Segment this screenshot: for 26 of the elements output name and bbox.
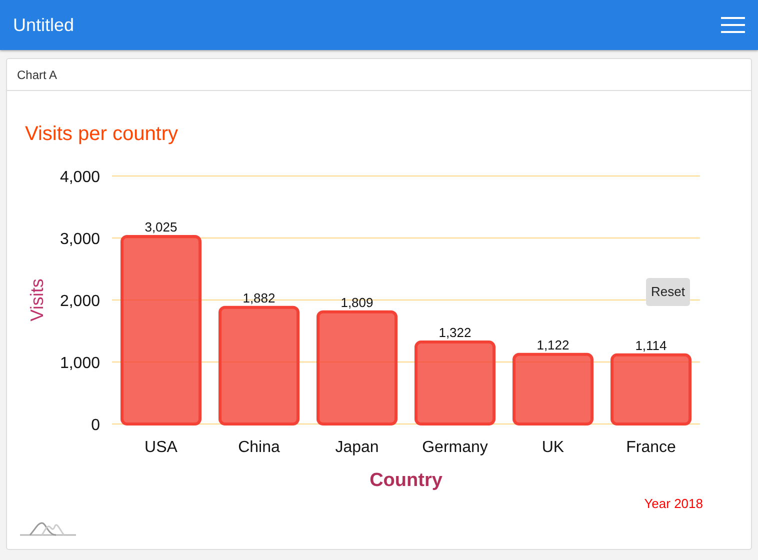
card-title: Chart A [17, 66, 58, 84]
data-label: 1,114 [635, 338, 667, 353]
menu-icon[interactable] [721, 17, 745, 33]
y-axis-label: 3,000 [60, 231, 100, 248]
x-axis-label: France [626, 439, 676, 456]
x-axis-label: UK [542, 439, 564, 456]
data-label: 3,025 [144, 219, 178, 234]
x-axis-label: Japan [335, 439, 379, 456]
x-axis-label: Germany [422, 439, 488, 456]
x-axis-label: China [238, 439, 280, 456]
reset-button[interactable]: Reset [646, 278, 690, 306]
x-axis-title: Country [370, 470, 442, 491]
x-axis-label: USA [144, 439, 178, 456]
y-axis-label: 2,000 [60, 293, 100, 310]
data-label: 1,882 [242, 290, 276, 306]
y-axis-title: Visits [27, 278, 47, 322]
y-axis-label: 1,000 [60, 355, 100, 372]
chart-title: Visits per country [25, 123, 178, 145]
app-title: Untitled [13, 14, 74, 36]
y-axis-label: 0 [91, 417, 100, 434]
chart-caption: Year 2018 [644, 495, 703, 513]
data-label: 1,322 [438, 325, 472, 340]
data-label: 1,809 [340, 294, 374, 310]
y-axis-label: 4,000 [60, 169, 100, 186]
wave-logo-icon [20, 520, 76, 536]
data-label: 1,122 [536, 337, 570, 352]
